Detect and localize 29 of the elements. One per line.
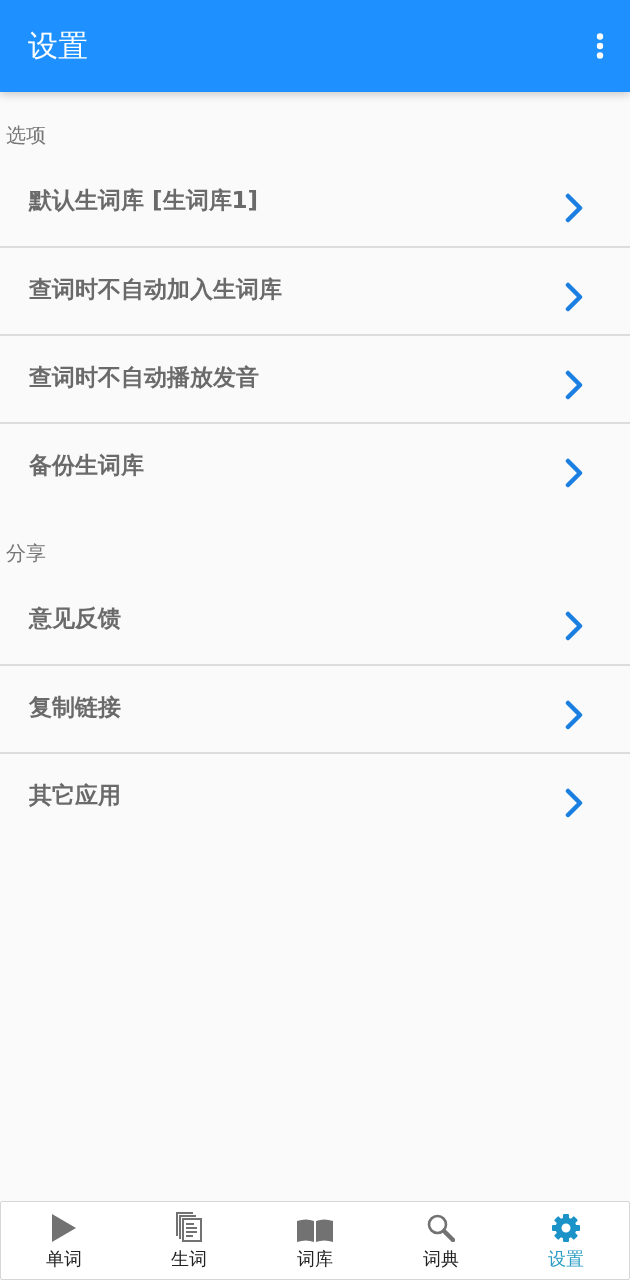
settings-item[interactable]: 查词时不自动播放发音 bbox=[0, 334, 630, 422]
chevron-right-icon bbox=[564, 193, 584, 223]
search-icon bbox=[426, 1214, 455, 1242]
page-title: 设置 bbox=[28, 31, 88, 61]
settings-item[interactable]: 意见反馈 bbox=[0, 576, 630, 664]
settings-item[interactable]: 查词时不自动加入生词库 bbox=[0, 246, 630, 334]
chevron-right-icon bbox=[564, 788, 584, 818]
chevron-right-icon bbox=[564, 611, 584, 641]
settings-item[interactable]: 其它应用 bbox=[0, 752, 630, 840]
more-menu-button[interactable] bbox=[596, 33, 604, 59]
section-header: 选项 bbox=[5, 122, 47, 149]
chevron-right-icon bbox=[564, 700, 584, 730]
nav-tab[interactable]: 生词 bbox=[126, 1202, 253, 1279]
settings-icon bbox=[552, 1214, 581, 1242]
open-book-icon bbox=[297, 1218, 333, 1242]
play-icon bbox=[50, 1214, 77, 1242]
nav-tab[interactable]: 词典 bbox=[377, 1202, 504, 1279]
chevron-right-icon bbox=[564, 370, 584, 400]
settings-item[interactable]: 复制链接 bbox=[0, 664, 630, 752]
settings-item[interactable]: 备份生词库 bbox=[0, 422, 630, 510]
nav-tab[interactable]: 设置 bbox=[503, 1202, 629, 1279]
documents-icon bbox=[176, 1212, 203, 1242]
chevron-right-icon bbox=[564, 282, 584, 312]
vertical-dots-icon bbox=[596, 33, 604, 59]
nav-tab[interactable]: 词库 bbox=[252, 1202, 378, 1279]
nav-tab[interactable]: 单词 bbox=[1, 1202, 127, 1279]
section-header: 分享 bbox=[5, 540, 47, 567]
chevron-right-icon bbox=[564, 458, 584, 488]
settings-item[interactable]: 默认生词库 [生词库1] bbox=[0, 158, 630, 246]
